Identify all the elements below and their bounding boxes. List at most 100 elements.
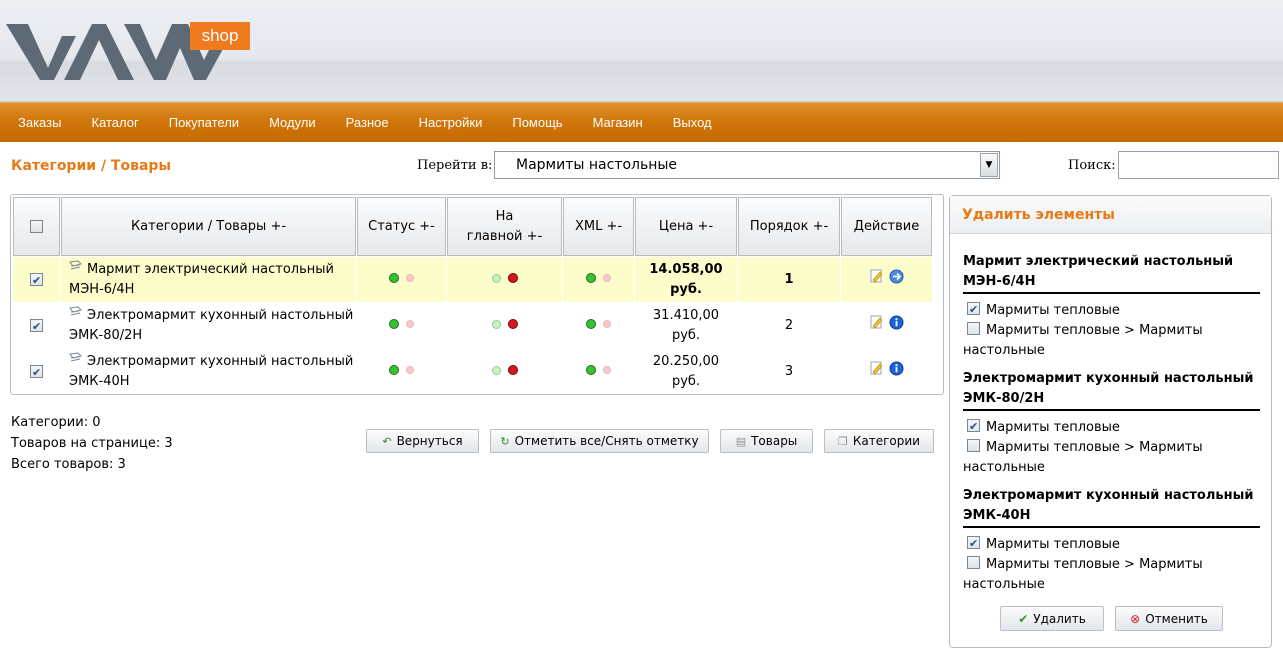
action-cell: [841, 257, 932, 302]
toggle-all-button[interactable]: ↻ Отметить все/Снять отметку: [490, 429, 709, 453]
main-on-icon[interactable]: [491, 319, 501, 329]
page-title: Категории / Товары: [11, 158, 172, 174]
col-status-header[interactable]: Статус +-: [357, 197, 446, 256]
product-name-cell: Электромармит кухонный настольный ЭМК-40Н: [61, 349, 356, 394]
delete-option-checkbox[interactable]: [967, 300, 980, 320]
main-off-icon[interactable]: [507, 319, 518, 329]
summary: Категории: 0 Товаров на странице: 3 Всег…: [11, 412, 173, 475]
order-cell[interactable]: 2: [738, 303, 840, 348]
delete-option-label-cont: настольные: [963, 343, 1045, 358]
edit-icon[interactable]: [870, 361, 883, 375]
cancel-icon: ⊗: [1130, 611, 1141, 626]
product-name[interactable]: Электромармит кухонный настольный: [87, 308, 353, 323]
products-button-label: Товары: [751, 434, 798, 448]
categories-button[interactable]: ❐ Категории: [824, 429, 934, 453]
delete-option: Мармиты тепловые: [963, 534, 1260, 555]
edit-icon[interactable]: [870, 315, 883, 329]
menu-item-settings[interactable]: Настройки: [419, 115, 483, 130]
status-cell: [357, 303, 446, 348]
price-value: 14.058,00: [649, 261, 723, 277]
refresh-icon: ↻: [500, 434, 510, 448]
menu-item-shop[interactable]: Магазин: [593, 115, 643, 130]
product-name[interactable]: Мармит электрический настольный: [87, 262, 334, 277]
order-cell[interactable]: 1: [738, 257, 840, 302]
info-icon[interactable]: [889, 361, 904, 376]
products-per-page: Товаров на странице: 3: [11, 436, 173, 451]
price-value: 20.250,00: [652, 353, 720, 369]
status-off-icon[interactable]: [406, 365, 414, 374]
select-all-header: [13, 197, 60, 256]
back-arrow-icon: ↶: [382, 434, 392, 448]
delete-option-checkbox[interactable]: [967, 534, 980, 554]
xml-on-icon[interactable]: [586, 272, 596, 283]
main-on-icon[interactable]: [491, 365, 501, 375]
product-name[interactable]: Электромармит кухонный настольный: [87, 354, 353, 369]
xml-on-icon[interactable]: [586, 364, 596, 375]
main-off-icon[interactable]: [507, 273, 518, 283]
product-model[interactable]: ЭМК-40Н: [69, 374, 130, 389]
main-on-icon[interactable]: [491, 273, 501, 283]
delete-item-name: Мармит электрический настольный: [963, 254, 1234, 269]
menu-item-orders[interactable]: Заказы: [18, 115, 61, 130]
status-on-icon[interactable]: [389, 272, 399, 283]
goto-category-select[interactable]: Мармиты настольные ▼: [494, 151, 1000, 179]
xml-off-icon[interactable]: [603, 273, 611, 282]
menu-item-customers[interactable]: Покупатели: [169, 115, 239, 130]
delete-option-checkbox[interactable]: [967, 439, 980, 452]
col-price-header[interactable]: Цена +-: [635, 197, 737, 256]
status-off-icon[interactable]: [406, 319, 414, 328]
col-order-header[interactable]: Порядок +-: [738, 197, 840, 256]
products-button[interactable]: ▤ Товары: [720, 429, 813, 453]
delete-item-title: Мармит электрический настольный МЭН-6/4Н: [963, 252, 1260, 294]
xml-off-icon[interactable]: [603, 365, 611, 374]
col-name-header[interactable]: Категории / Товары +-: [61, 197, 356, 256]
delete-item-model: ЭМК-40Н: [963, 508, 1031, 523]
products-table: Категории / Товары +- Статус +- На главн…: [10, 194, 944, 395]
menu-item-help[interactable]: Помощь: [512, 115, 562, 130]
xml-on-icon[interactable]: [586, 318, 596, 329]
cancel-button[interactable]: ⊗ Отменить: [1115, 606, 1223, 631]
price-currency: руб.: [671, 327, 701, 343]
main-page-cell: [447, 349, 562, 394]
status-on-icon[interactable]: [389, 364, 399, 375]
menu-item-modules[interactable]: Модули: [269, 115, 316, 130]
row-checkbox[interactable]: [30, 271, 43, 291]
toggle-all-label: Отметить все/Снять отметку: [514, 434, 699, 448]
status-on-icon[interactable]: [389, 318, 399, 329]
price-currency: руб.: [670, 281, 702, 297]
delete-option-checkbox[interactable]: [967, 556, 980, 569]
xml-off-icon[interactable]: [603, 319, 611, 328]
dropdown-arrow-icon[interactable]: ▼: [980, 153, 998, 177]
delete-option-checkbox[interactable]: [967, 322, 980, 335]
product-model[interactable]: ЭМК-80/2Н: [69, 328, 142, 343]
menu-item-logout[interactable]: Выход: [673, 115, 712, 130]
col-main-header[interactable]: На главной +-: [447, 197, 562, 256]
row-checkbox[interactable]: [30, 317, 43, 337]
menu-item-catalog[interactable]: Каталог: [91, 115, 138, 130]
menu-item-misc[interactable]: Разное: [346, 115, 389, 130]
xml-cell: [563, 303, 634, 348]
delete-option-checkbox[interactable]: [967, 417, 980, 437]
categories-count: Категории: 0: [11, 415, 101, 430]
edit-icon[interactable]: [870, 269, 883, 283]
move-icon[interactable]: [889, 269, 904, 284]
select-all-checkbox[interactable]: [30, 219, 43, 233]
back-button[interactable]: ↶ Вернуться: [366, 429, 479, 453]
delete-option-label-cont: настольные: [963, 577, 1045, 592]
products-total: Всего товаров: 3: [11, 457, 126, 472]
search-input[interactable]: [1118, 151, 1279, 179]
order-cell[interactable]: 3: [738, 349, 840, 394]
status-cell: [357, 257, 446, 302]
main-off-icon[interactable]: [507, 365, 518, 375]
product-icon: [69, 305, 82, 315]
product-icon: [69, 351, 82, 361]
delete-button[interactable]: ✔ Удалить: [1000, 606, 1104, 631]
col-xml-header[interactable]: XML +-: [563, 197, 634, 256]
action-cell: [841, 303, 932, 348]
row-checkbox[interactable]: [30, 363, 43, 383]
delete-item-name: Электромармит кухонный настольный: [963, 371, 1254, 386]
xml-cell: [563, 257, 634, 302]
status-off-icon[interactable]: [406, 273, 414, 282]
info-icon[interactable]: [889, 315, 904, 330]
product-model[interactable]: МЭН-6/4Н: [69, 282, 134, 297]
